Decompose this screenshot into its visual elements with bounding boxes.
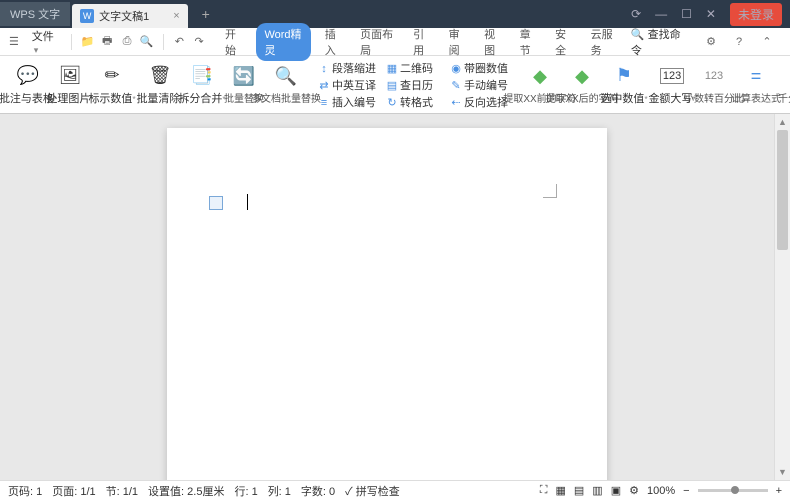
mini-insert-num[interactable]: ≡插入编号 xyxy=(318,94,376,110)
ribbon-comment-table[interactable]: 💬批注与表格* xyxy=(8,62,48,108)
separator xyxy=(163,34,164,50)
vertical-scrollbar[interactable]: ▲ ▼ xyxy=(774,114,790,480)
status-page-num[interactable]: 页码: 1 xyxy=(8,483,42,499)
redo-icon[interactable]: ↷ xyxy=(191,33,207,51)
mini-manual-num[interactable]: ✎手动编号 xyxy=(450,77,508,93)
view-print-icon[interactable]: ▦ xyxy=(555,484,565,497)
preview-icon[interactable]: 🔍 xyxy=(139,33,155,51)
margin-corner-icon xyxy=(543,184,557,198)
file-menu[interactable]: 文件▾ xyxy=(26,26,63,58)
zoom-thumb[interactable] xyxy=(731,486,739,494)
tab-word-assistant[interactable]: Word精灵 xyxy=(256,23,310,61)
doc-icon: W xyxy=(80,9,94,23)
tab-layout[interactable]: 页面布局 xyxy=(356,23,399,61)
scroll-down-icon[interactable]: ▼ xyxy=(775,464,790,480)
mini-circle-num[interactable]: ◉带圈数值 xyxy=(450,60,508,76)
app-label: WPS 文字 xyxy=(0,2,70,26)
window-controls: ⟳ — ☐ ✕ 未登录 xyxy=(631,3,790,26)
close-icon[interactable]: ✕ xyxy=(706,7,716,21)
save-icon[interactable]: 🖶 xyxy=(99,33,115,51)
view-outline-icon[interactable]: ▤ xyxy=(574,484,584,497)
tab-chapter[interactable]: 章节 xyxy=(516,23,541,61)
doc-title: 文字文稿1 xyxy=(99,8,149,24)
login-button[interactable]: 未登录 xyxy=(730,3,782,26)
close-tab-icon[interactable]: × xyxy=(173,10,179,22)
tab-insert[interactable]: 插入 xyxy=(321,23,346,61)
ribbon-multi-replace[interactable]: 🔍多文档批量替换 xyxy=(266,62,306,107)
status-col[interactable]: 列: 1 xyxy=(268,483,291,499)
mini-translate[interactable]: ⇄中英互译 xyxy=(318,77,376,93)
mini-qrcode[interactable]: ▦二维码 xyxy=(386,60,440,76)
view-settings-icon[interactable]: ⚙ xyxy=(629,484,639,497)
help-icon[interactable]: ? xyxy=(730,33,748,51)
menubar: ☰ 文件▾ 📁 🖶 ⎙ 🔍 ↶ ↷ 开始 Word精灵 插入 页面布局 引用 审… xyxy=(0,28,790,56)
document-page[interactable] xyxy=(167,128,607,480)
collapse-ribbon-icon[interactable]: ⌃ xyxy=(758,33,776,51)
ribbon-tabs: 开始 Word精灵 插入 页面布局 引用 审阅 视图 章节 安全 云服务 xyxy=(221,23,621,61)
tab-cloud[interactable]: 云服务 xyxy=(587,23,621,61)
paragraph-mark-icon[interactable] xyxy=(209,196,223,210)
mini-reverse-sel[interactable]: ⇠反向选择 xyxy=(450,94,508,110)
command-search[interactable]: 🔍 查找命令 xyxy=(625,24,690,60)
minimize-icon[interactable]: — xyxy=(655,7,667,21)
undo-icon[interactable]: ↶ xyxy=(171,33,187,51)
new-tab-button[interactable]: + xyxy=(196,4,216,24)
print-icon[interactable]: ⎙ xyxy=(119,33,135,51)
separator xyxy=(71,34,72,50)
scroll-up-icon[interactable]: ▲ xyxy=(775,114,790,130)
view-read-icon[interactable]: ▣ xyxy=(611,484,621,497)
tab-view[interactable]: 视图 xyxy=(480,23,505,61)
ribbon-mark-value[interactable]: ✏标示数值* xyxy=(92,62,132,108)
status-chars[interactable]: 字数: 0 xyxy=(301,483,335,499)
tab-start[interactable]: 开始 xyxy=(221,23,246,61)
open-icon[interactable]: 📁 xyxy=(80,33,96,51)
status-line[interactable]: 行: 1 xyxy=(234,483,257,499)
ribbon-extract-after[interactable]: ◆提取XX后的字符 xyxy=(562,62,602,107)
ribbon-batch-clear[interactable]: 🗑批量清除* xyxy=(140,62,180,108)
ribbon: 💬批注与表格* 🖼处理图片* ✏标示数值* 🗑批量清除* 📑拆分合并* 🔄批量替… xyxy=(0,56,790,114)
text-cursor xyxy=(247,194,248,210)
document-area xyxy=(0,114,774,480)
mini-convert[interactable]: ↻转格式 xyxy=(386,94,440,110)
zoom-in-icon[interactable]: + xyxy=(776,485,782,497)
status-right: ⛶ ▦ ▤ ▥ ▣ ⚙ 100% − + xyxy=(540,484,782,497)
status-pages[interactable]: 页面: 1/1 xyxy=(52,483,95,499)
ribbon-calc-expr[interactable]: =计算表达式 xyxy=(736,62,776,107)
status-position[interactable]: 设置值: 2.5厘米 xyxy=(148,483,224,499)
mini-calendar[interactable]: ▤查日历 xyxy=(386,77,440,93)
scroll-thumb[interactable] xyxy=(777,130,788,250)
menu-icon[interactable]: ☰ xyxy=(6,33,22,51)
menubar-right: ⚙ ? ⌃ xyxy=(694,33,784,51)
ribbon-image[interactable]: 🖼处理图片* xyxy=(50,62,90,108)
mini-indent[interactable]: ↕段落缩进 xyxy=(318,60,376,76)
zoom-value[interactable]: 100% xyxy=(647,485,675,497)
statusbar: 页码: 1 页面: 1/1 节: 1/1 设置值: 2.5厘米 行: 1 列: … xyxy=(0,480,790,500)
maximize-icon[interactable]: ☐ xyxy=(681,7,692,21)
tab-security[interactable]: 安全 xyxy=(551,23,576,61)
document-tab[interactable]: W 文字文稿1 × xyxy=(72,4,188,28)
ribbon-select-num[interactable]: ⚑选中数值* xyxy=(604,62,644,108)
zoom-out-icon[interactable]: − xyxy=(683,485,689,497)
status-section[interactable]: 节: 1/1 xyxy=(106,483,138,499)
view-fullscreen-icon[interactable]: ⛶ xyxy=(540,484,548,497)
zoom-slider[interactable] xyxy=(698,489,768,492)
view-web-icon[interactable]: ▥ xyxy=(592,484,602,497)
ribbon-mini-group: ↕段落缩进 ▦二维码 ◉带圈数值 ⇄中英互译 ▤查日历 ✎手动编号 ≡插入编号 … xyxy=(314,60,512,110)
tab-reference[interactable]: 引用 xyxy=(409,23,434,61)
status-spellcheck[interactable]: ✓ 拼写检查 xyxy=(345,483,400,499)
settings-icon[interactable]: ⚙ xyxy=(702,33,720,51)
ribbon-decimal-percent[interactable]: 123小数转百分比 xyxy=(694,62,734,107)
tab-review[interactable]: 审阅 xyxy=(445,23,470,61)
ribbon-thousand-sep[interactable]: "千分位分 xyxy=(778,62,790,107)
ribbon-split-merge[interactable]: 📑拆分合并* xyxy=(182,62,222,108)
sync-icon[interactable]: ⟳ xyxy=(631,7,641,21)
